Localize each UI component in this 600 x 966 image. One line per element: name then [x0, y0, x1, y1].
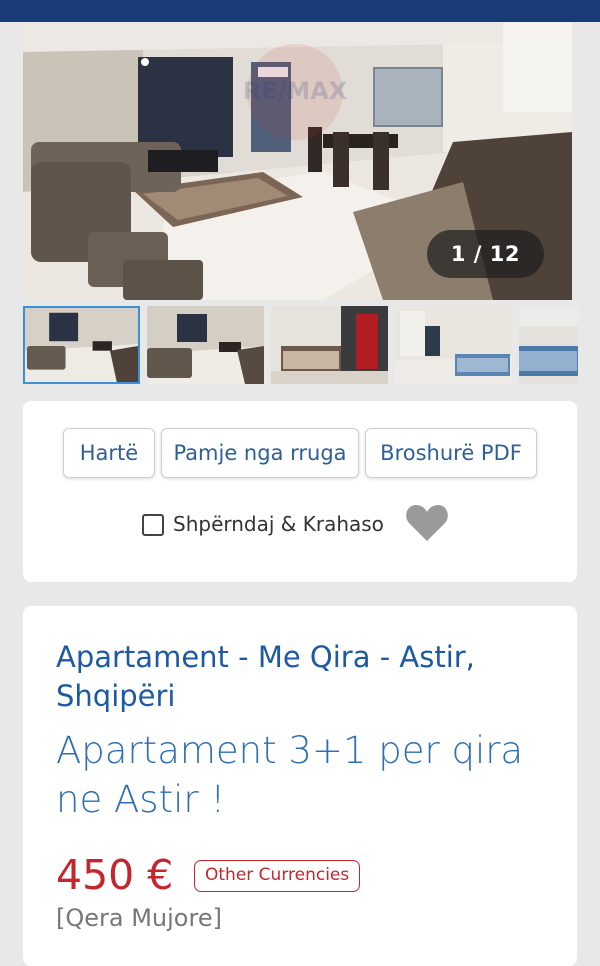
listing-price: 450 € — [56, 851, 174, 899]
thumbnail-image — [25, 308, 138, 382]
listing-title: Apartament 3+1 per qira ne Astir ! — [56, 729, 524, 821]
share-compare-checkbox[interactable] — [142, 514, 164, 536]
thumbnail-1[interactable] — [23, 306, 140, 384]
thumbnail-image — [147, 306, 264, 384]
thumbnail-5[interactable] — [519, 306, 578, 384]
thumbnail-strip[interactable] — [23, 306, 578, 386]
top-bar — [0, 0, 600, 22]
map-button[interactable]: Hartë — [63, 428, 155, 478]
thumbnail-image — [271, 306, 388, 384]
listing-type-location: Apartament - Me Qira - Astir, Shqipëri — [56, 640, 475, 713]
thumbnail-4[interactable] — [395, 306, 512, 384]
brochure-pdf-button[interactable]: Broshurë PDF — [365, 428, 537, 478]
actions-card: Hartë Pamje nga rruga Broshurë PDF Shpër… — [23, 401, 577, 582]
thumbnail-2[interactable] — [147, 306, 264, 384]
rent-period: [Qera Mujore] — [56, 904, 222, 932]
thumbnail-image — [395, 306, 512, 384]
photo-counter: 1 / 12 — [426, 230, 544, 278]
listing-card: Apartament - Me Qira - Astir, Shqipëri A… — [23, 606, 577, 966]
share-compare-label[interactable]: Shpërndaj & Krahaso — [173, 512, 384, 536]
svg-text:RE/MAX: RE/MAX — [243, 77, 348, 105]
other-currencies-button[interactable]: Other Currencies — [194, 860, 361, 892]
thumbnail-3[interactable] — [271, 306, 388, 384]
heart-icon[interactable] — [405, 503, 449, 543]
street-view-button[interactable]: Pamje nga rruga — [161, 428, 359, 478]
thumbnail-image — [519, 306, 578, 384]
main-photo[interactable]: RE/MAX 1 / 12 — [23, 22, 572, 300]
